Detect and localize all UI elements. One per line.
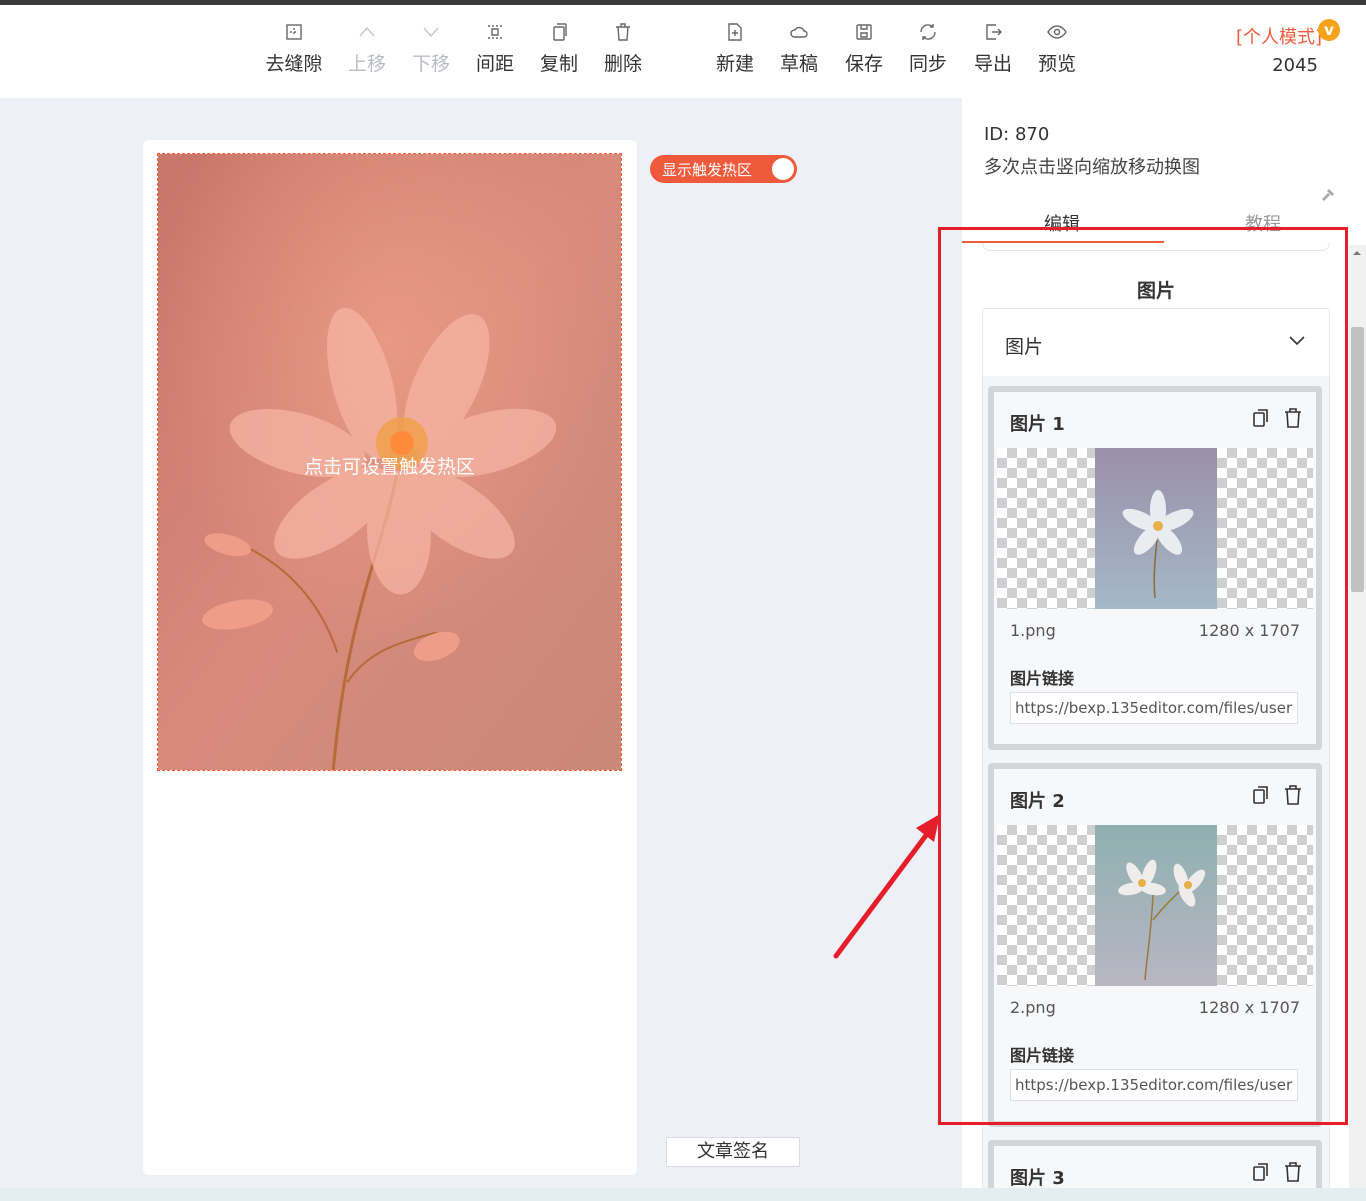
arrow-down-icon (423, 27, 439, 38)
image-thumbnail[interactable] (997, 825, 1313, 986)
copy-icon[interactable] (1252, 785, 1270, 805)
save-label: 保存 (844, 53, 883, 75)
tab-tutorial[interactable]: 教程 (1245, 210, 1281, 236)
scroll-up-arrow-icon[interactable] (1352, 248, 1362, 258)
personal-mode[interactable]: [个人模式] v 2045 (1235, 19, 1340, 76)
image-card-1: 图片 1 1.png 1280 x 1707 图片链接 (988, 386, 1322, 750)
file-name: 2.png (1010, 998, 1056, 1017)
template-id: ID: 870 (984, 124, 1050, 145)
sync-button[interactable]: 同步 (896, 21, 960, 76)
card-title: 图片 1 (1010, 414, 1065, 435)
panel-prev-section (982, 243, 1330, 251)
file-dimensions: 1280 x 1707 (1198, 621, 1300, 640)
trash-icon[interactable] (1284, 785, 1302, 805)
file-dimensions: 1280 x 1707 (1198, 998, 1300, 1017)
link-label: 图片链接 (1010, 1046, 1075, 1065)
vip-badge-icon: v (1318, 19, 1340, 41)
draft-button[interactable]: 草稿 (767, 21, 831, 76)
file-name: 1.png (1010, 621, 1056, 640)
move-up-button[interactable]: 上移 (335, 21, 399, 76)
template-name: 多次点击竖向缩放移动换图 (984, 157, 1200, 178)
arrow-up-icon (359, 26, 375, 37)
link-label: 图片链接 (1010, 669, 1075, 688)
move-down-label: 下移 (411, 53, 450, 75)
hotspot-image[interactable]: 点击可设置触发热区 (157, 153, 622, 771)
new-label: 新建 (715, 53, 754, 75)
new-file-icon (728, 23, 742, 41)
image-link-input[interactable] (1010, 692, 1298, 724)
remove-gap-label: 去缝隙 (265, 53, 323, 75)
save-icon (856, 24, 872, 40)
delete-button[interactable]: 删除 (591, 21, 655, 76)
chevron-down-icon (1289, 336, 1305, 346)
image-thumbnail[interactable] (997, 448, 1313, 609)
sync-label: 同步 (908, 53, 947, 75)
copy-icon (553, 23, 567, 41)
preview-label: 预览 (1037, 53, 1076, 75)
export-button[interactable]: 导出 (961, 21, 1025, 76)
show-hotspot-toggle[interactable]: 显示触发热区 (650, 155, 797, 183)
image-card-2: 图片 2 2.png 1280 x 1707 图片链接 https://bexp… (988, 763, 1322, 1127)
copy-icon[interactable] (1252, 1162, 1270, 1182)
flower-thumbnail-2 (1095, 825, 1217, 986)
tab-edit[interactable]: 编辑 (1044, 210, 1080, 236)
spacing-icon (488, 25, 502, 39)
scrollbar-thumb[interactable] (1351, 327, 1364, 592)
trash-icon (616, 23, 630, 41)
cloud-icon (790, 26, 808, 38)
copy-icon[interactable] (1252, 408, 1270, 428)
images-dropdown[interactable]: 图片 (982, 310, 1330, 376)
mode-number: 2045 (1272, 55, 1318, 76)
annotation-arrow-icon (833, 814, 940, 959)
image-link-input[interactable] (1010, 1069, 1298, 1101)
wrench-icon[interactable] (1319, 186, 1337, 204)
flower-thumbnail-1 (1095, 448, 1217, 609)
dropdown-label: 图片 (1005, 336, 1044, 358)
eye-icon (1047, 25, 1067, 39)
properties-panel: ID: 870 多次点击竖向缩放移动换图 编辑 教程 图片 图片 图片 1 1.… (962, 98, 1366, 1200)
card-title: 图片 3 (1010, 1168, 1065, 1189)
save-button[interactable]: 保存 (832, 21, 896, 76)
mode-label: [个人模式] (1235, 27, 1322, 48)
spacing-label: 间距 (475, 53, 514, 75)
sync-icon (920, 24, 936, 40)
card-title: 图片 2 (1010, 791, 1065, 812)
remove-gap-icon (286, 24, 302, 40)
move-down-button[interactable]: 下移 (399, 21, 463, 76)
section-divider (982, 308, 1330, 309)
remove-gap-button[interactable]: 去缝隙 (262, 21, 326, 76)
draft-label: 草稿 (779, 53, 818, 75)
copy-button[interactable]: 复制 (527, 21, 591, 76)
toggle-knob (772, 158, 794, 180)
delete-label: 删除 (603, 53, 642, 75)
move-up-label: 上移 (347, 53, 386, 75)
article-signature-button[interactable]: 文章签名 (666, 1137, 800, 1167)
section-title: 图片 (1136, 280, 1175, 302)
toolbar: 去缝隙 上移 下移 间距 复制 删除 新建 草稿 保存 同步 导出 预览 [个人… (0, 5, 1366, 98)
window-bottom-edge (0, 1188, 1366, 1201)
export-icon (986, 24, 1002, 40)
trash-icon[interactable] (1284, 408, 1302, 428)
preview-button[interactable]: 预览 (1025, 21, 1089, 76)
trash-icon[interactable] (1284, 1162, 1302, 1182)
export-label: 导出 (973, 53, 1012, 75)
new-button[interactable]: 新建 (703, 21, 767, 76)
spacing-button[interactable]: 间距 (463, 21, 527, 76)
toggle-label: 显示触发热区 (662, 161, 753, 179)
copy-label: 复制 (539, 53, 578, 75)
hotspot-hint-text: 点击可设置触发热区 (303, 456, 475, 478)
